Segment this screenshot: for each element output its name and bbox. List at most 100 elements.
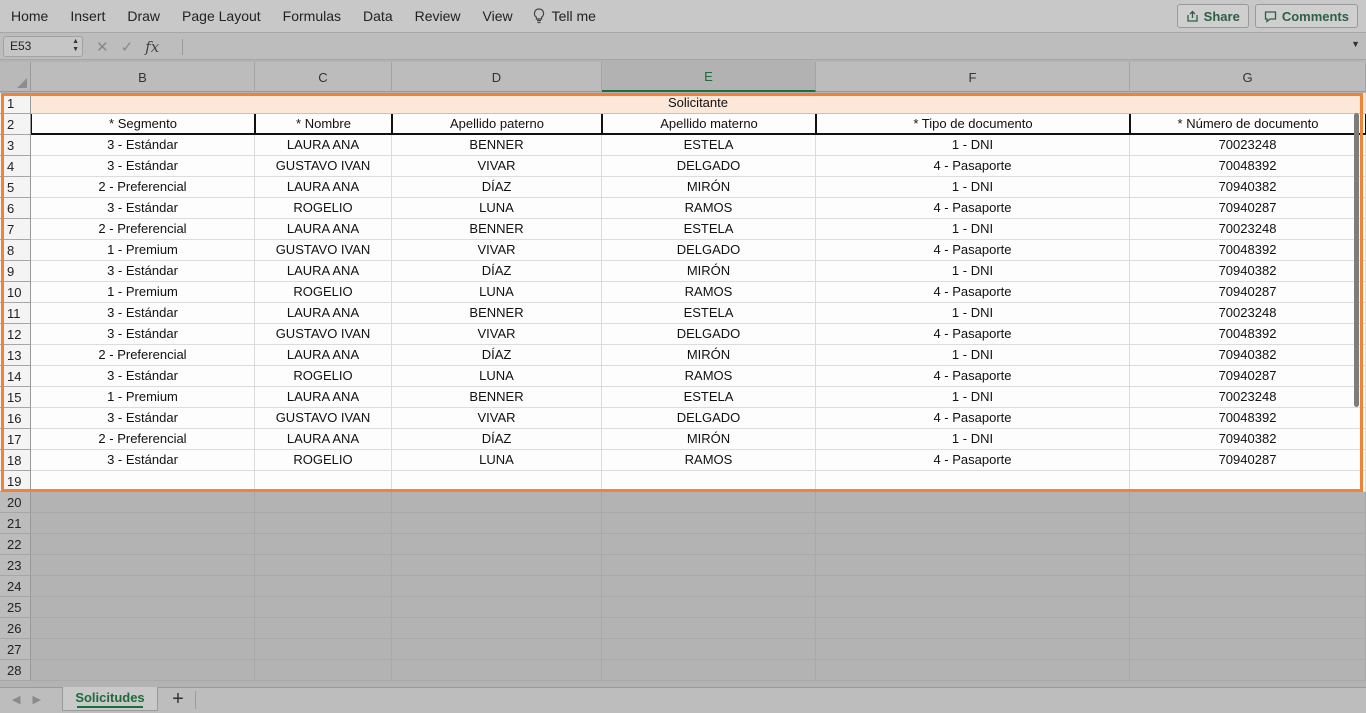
empty-cell[interactable] — [31, 471, 255, 492]
menu-insert[interactable]: Insert — [70, 8, 105, 24]
empty-cell[interactable] — [602, 534, 816, 555]
row-header[interactable]: 3 — [0, 135, 31, 156]
table-cell[interactable]: GUSTAVO IVAN — [255, 240, 392, 261]
row-header[interactable]: 15 — [0, 387, 31, 408]
empty-cell[interactable] — [392, 534, 602, 555]
share-button[interactable]: Share — [1176, 4, 1249, 28]
empty-cell[interactable] — [1130, 555, 1366, 576]
table-cell[interactable]: 4 - Pasaporte — [816, 408, 1130, 429]
comments-button[interactable]: Comments — [1254, 4, 1358, 28]
table-cell[interactable]: 70940382 — [1130, 261, 1366, 282]
empty-cell[interactable] — [31, 492, 255, 513]
vertical-scrollbar[interactable] — [1354, 113, 1359, 407]
table-cell[interactable]: 2 - Preferencial — [31, 345, 255, 366]
row-header[interactable]: 28 — [0, 660, 31, 681]
table-cell[interactable]: DÍAZ — [392, 261, 602, 282]
menu-view[interactable]: View — [483, 8, 513, 24]
empty-cell[interactable] — [602, 555, 816, 576]
name-box-stepper-icon[interactable]: ▲ ▼ — [72, 38, 79, 54]
empty-cell[interactable] — [816, 513, 1130, 534]
empty-cell[interactable] — [1130, 534, 1366, 555]
column-header-e[interactable]: E — [602, 62, 816, 92]
menu-formulas[interactable]: Formulas — [283, 8, 341, 24]
row-header[interactable]: 17 — [0, 429, 31, 450]
menu-data[interactable]: Data — [363, 8, 393, 24]
menu-page-layout[interactable]: Page Layout — [182, 8, 261, 24]
table-cell[interactable]: 3 - Estándar — [31, 261, 255, 282]
table-cell[interactable]: LAURA ANA — [255, 177, 392, 198]
table-cell[interactable]: ROGELIO — [255, 282, 392, 303]
column-title-cell[interactable]: * Segmento — [31, 114, 255, 135]
table-cell[interactable]: 70023248 — [1130, 219, 1366, 240]
empty-cell[interactable] — [1130, 660, 1366, 681]
column-header-f[interactable]: F — [816, 62, 1130, 92]
empty-cell[interactable] — [1130, 639, 1366, 660]
table-cell[interactable]: 70940287 — [1130, 198, 1366, 219]
table-cell[interactable]: LUNA — [392, 198, 602, 219]
empty-cell[interactable] — [1130, 513, 1366, 534]
table-cell[interactable]: 3 - Estándar — [31, 198, 255, 219]
table-cell[interactable]: DELGADO — [602, 156, 816, 177]
empty-cell[interactable] — [255, 576, 392, 597]
empty-cell[interactable] — [1130, 471, 1366, 492]
empty-cell[interactable] — [392, 576, 602, 597]
empty-cell[interactable] — [31, 597, 255, 618]
empty-cell[interactable] — [816, 660, 1130, 681]
table-cell[interactable]: 1 - Premium — [31, 387, 255, 408]
table-cell[interactable]: 70940287 — [1130, 282, 1366, 303]
row-header[interactable]: 21 — [0, 513, 31, 534]
empty-cell[interactable] — [31, 534, 255, 555]
empty-cell[interactable] — [602, 513, 816, 534]
row-header[interactable]: 11 — [0, 303, 31, 324]
empty-cell[interactable] — [31, 576, 255, 597]
table-cell[interactable]: MIRÓN — [602, 429, 816, 450]
table-cell[interactable]: 1 - Premium — [31, 282, 255, 303]
menu-home[interactable]: Home — [11, 8, 48, 24]
empty-cell[interactable] — [816, 576, 1130, 597]
table-cell[interactable]: 4 - Pasaporte — [816, 198, 1130, 219]
empty-cell[interactable] — [392, 555, 602, 576]
row-header[interactable]: 5 — [0, 177, 31, 198]
empty-cell[interactable] — [602, 597, 816, 618]
table-cell[interactable]: ESTELA — [602, 303, 816, 324]
table-cell[interactable]: BENNER — [392, 387, 602, 408]
table-cell[interactable]: GUSTAVO IVAN — [255, 324, 392, 345]
empty-cell[interactable] — [602, 576, 816, 597]
empty-cell[interactable] — [392, 618, 602, 639]
table-cell[interactable]: VIVAR — [392, 156, 602, 177]
table-cell[interactable]: 4 - Pasaporte — [816, 156, 1130, 177]
row-header[interactable]: 6 — [0, 198, 31, 219]
expand-formula-bar-icon[interactable]: ▼ — [1351, 39, 1360, 49]
table-cell[interactable]: ROGELIO — [255, 198, 392, 219]
row-header[interactable]: 10 — [0, 282, 31, 303]
empty-cell[interactable] — [392, 639, 602, 660]
table-cell[interactable]: 3 - Estándar — [31, 303, 255, 324]
column-header-c[interactable]: C — [255, 62, 392, 92]
table-cell[interactable]: 4 - Pasaporte — [816, 240, 1130, 261]
empty-cell[interactable] — [1130, 492, 1366, 513]
table-cell[interactable]: ESTELA — [602, 219, 816, 240]
row-header[interactable]: 2 — [0, 114, 31, 135]
empty-cell[interactable] — [1130, 618, 1366, 639]
table-cell[interactable]: DELGADO — [602, 324, 816, 345]
table-cell[interactable]: VIVAR — [392, 324, 602, 345]
row-header[interactable]: 23 — [0, 555, 31, 576]
tell-me-search[interactable]: Tell me — [532, 8, 596, 24]
table-cell[interactable]: LAURA ANA — [255, 429, 392, 450]
empty-cell[interactable] — [816, 555, 1130, 576]
row-header[interactable]: 1 — [0, 93, 31, 114]
table-cell[interactable]: RAMOS — [602, 282, 816, 303]
table-cell[interactable]: LAURA ANA — [255, 135, 392, 156]
row-header[interactable]: 14 — [0, 366, 31, 387]
row-header[interactable]: 13 — [0, 345, 31, 366]
prev-sheet-icon[interactable]: ◀ — [12, 693, 20, 706]
row-header[interactable]: 8 — [0, 240, 31, 261]
empty-cell[interactable] — [392, 471, 602, 492]
table-cell[interactable]: VIVAR — [392, 240, 602, 261]
add-sheet-button[interactable]: + — [166, 688, 190, 712]
table-cell[interactable]: LAURA ANA — [255, 387, 392, 408]
column-header-g[interactable]: G — [1130, 62, 1366, 92]
table-cell[interactable]: 70048392 — [1130, 156, 1366, 177]
table-cell[interactable]: 70940287 — [1130, 366, 1366, 387]
column-title-cell[interactable]: * Tipo de documento — [816, 114, 1130, 135]
